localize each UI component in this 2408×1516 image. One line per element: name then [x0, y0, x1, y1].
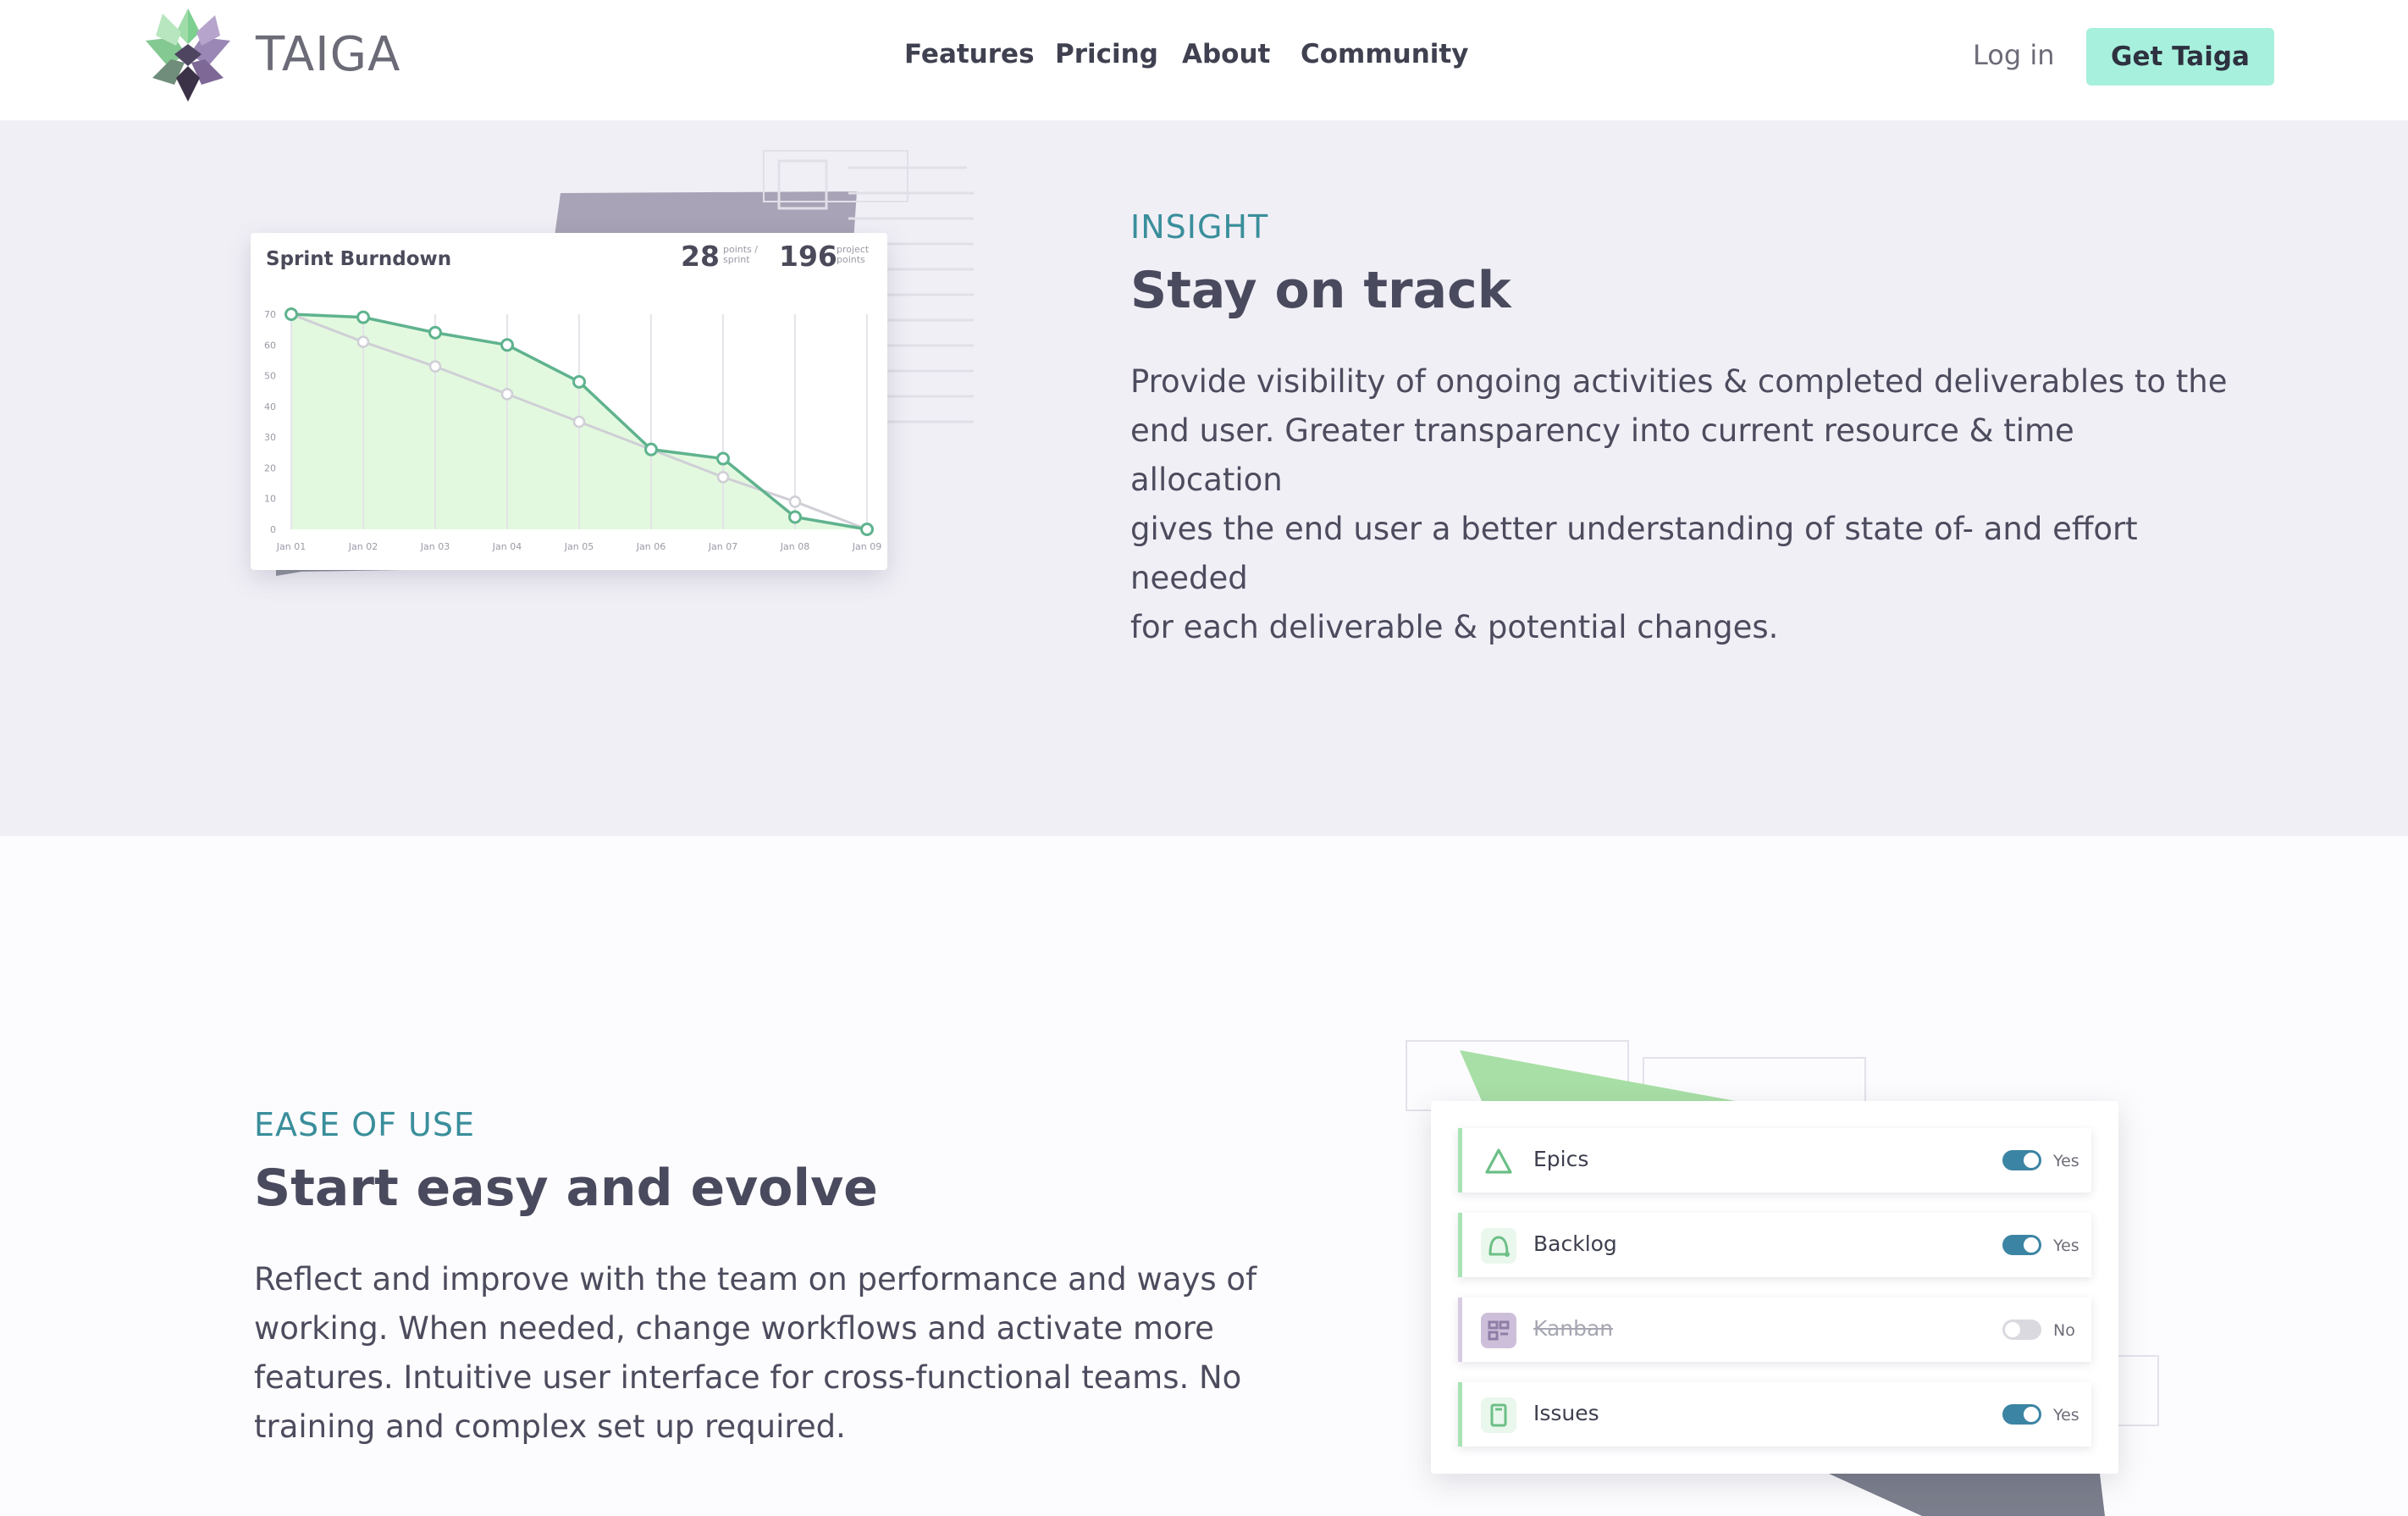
project-points-label: project points	[837, 244, 870, 265]
actual-point	[428, 325, 442, 340]
x-tick-label: Jan 02	[348, 541, 378, 552]
actual-point	[644, 442, 658, 456]
epics-triangle-icon	[1481, 1143, 1516, 1179]
insight-line: Provide visibility of ongoing activities…	[1130, 363, 2228, 400]
setting-row-epics: Epics Yes	[1458, 1128, 2091, 1192]
setting-value: Yes	[2053, 1152, 2079, 1170]
kanban-toggle[interactable]	[2002, 1320, 2041, 1340]
y-tick-label: 70	[264, 309, 276, 320]
y-tick-label: 30	[264, 432, 276, 443]
x-tick-label: Jan 03	[420, 541, 450, 552]
points-per-sprint-value: 28	[681, 240, 720, 273]
insight-title: Stay on track	[1130, 261, 1511, 320]
y-tick-label: 0	[270, 524, 276, 535]
setting-value: Yes	[2053, 1406, 2079, 1425]
burndown-title: Sprint Burndown	[266, 248, 452, 270]
ideal-point	[716, 471, 730, 484]
x-tick-label: Jan 04	[492, 541, 522, 552]
x-tick-label: Jan 01	[276, 541, 306, 552]
actual-point	[500, 338, 514, 352]
x-tick-label: Jan 07	[708, 541, 737, 552]
setting-label: Kanban	[1533, 1316, 1614, 1341]
ease-line: training and complex set up required.	[254, 1408, 846, 1445]
ease-description: Reflect and improve with the team on per…	[254, 1255, 1270, 1452]
nav-about[interactable]: About	[1182, 39, 1270, 69]
ideal-point	[500, 388, 514, 401]
ideal-point	[788, 495, 802, 508]
ease-title: Start easy and evolve	[254, 1159, 878, 1218]
ease-eyebrow: EASE OF USE	[254, 1106, 476, 1143]
x-tick-label: Jan 09	[852, 541, 881, 552]
logo-wordmark[interactable]: TAIGA	[256, 27, 400, 82]
setting-label: Issues	[1533, 1401, 1599, 1425]
issues-icon	[1481, 1397, 1516, 1433]
insight-line: for each deliverable & potential changes…	[1130, 609, 1779, 645]
backlog-icon	[1481, 1228, 1516, 1264]
setting-label: Backlog	[1533, 1231, 1617, 1256]
ease-line: features. Intuitive user interface for c…	[254, 1359, 1242, 1396]
insight-line: end user. Greater transparency into curr…	[1130, 412, 2074, 498]
insight-eyebrow: INSIGHT	[1130, 208, 1269, 246]
nav-pricing[interactable]: Pricing	[1055, 39, 1158, 69]
get-taiga-button[interactable]: Get Taiga	[2086, 28, 2274, 86]
actual-point	[284, 307, 298, 321]
issues-toggle[interactable]	[2002, 1404, 2041, 1425]
x-tick-label: Jan 05	[564, 541, 594, 552]
burndown-illustration: Sprint Burndown 28 points / sprint 196 p…	[246, 144, 991, 635]
setting-value: Yes	[2053, 1237, 2079, 1255]
ideal-point	[356, 335, 370, 348]
nav-features[interactable]: Features	[904, 39, 1035, 69]
y-tick-label: 40	[264, 401, 276, 412]
setting-value: No	[2053, 1321, 2075, 1340]
sprint-burndown-card: Sprint Burndown 28 points / sprint 196 p…	[251, 233, 887, 570]
ease-line: working. When needed, change workflows a…	[254, 1310, 1214, 1347]
y-tick-label: 50	[264, 371, 276, 382]
module-settings-card: Epics Yes Backlog Yes Kanban No Issues Y…	[1431, 1101, 2118, 1474]
project-points-value: 196	[779, 240, 837, 273]
site-header: TAIGA Features Pricing About Community L…	[0, 0, 2408, 120]
ideal-point	[428, 360, 442, 373]
nav-community[interactable]: Community	[1301, 39, 1468, 69]
y-tick-label: 10	[264, 494, 276, 505]
actual-point	[356, 310, 370, 324]
backlog-toggle[interactable]	[2002, 1235, 2041, 1255]
taiga-logo-icon[interactable]	[137, 7, 239, 103]
setting-row-backlog: Backlog Yes	[1458, 1213, 2091, 1277]
y-tick-label: 60	[264, 340, 276, 351]
kanban-board-icon	[1481, 1313, 1516, 1348]
setting-label: Epics	[1533, 1147, 1589, 1171]
actual-point	[860, 523, 874, 536]
y-tick-label: 20	[264, 462, 276, 473]
burndown-chart: 0 10 20 30 40 50 60 70 Jan 01 Jan 02 Jan 03 Jan 04 J…	[264, 307, 881, 552]
actual-point	[572, 374, 586, 389]
ease-line: Reflect and improve with the team on per…	[254, 1261, 1257, 1297]
x-tick-label: Jan 06	[636, 541, 666, 552]
actual-point	[716, 451, 730, 466]
actual-point	[788, 510, 802, 524]
setting-row-kanban: Kanban No	[1458, 1297, 2091, 1362]
epics-toggle[interactable]	[2002, 1150, 2041, 1170]
ideal-point	[572, 415, 586, 429]
insight-description: Provide visibility of ongoing activities…	[1130, 357, 2231, 652]
login-link[interactable]: Log in	[1973, 39, 2055, 71]
x-tick-label: Jan 08	[780, 541, 809, 552]
setting-row-issues: Issues Yes	[1458, 1382, 2091, 1447]
insight-line: gives the end user a better understandin…	[1130, 511, 2138, 596]
module-settings-illustration: Epics Yes Backlog Yes Kanban No Issues Y…	[1397, 1033, 2176, 1516]
points-per-sprint-label: points / sprint	[723, 244, 758, 265]
